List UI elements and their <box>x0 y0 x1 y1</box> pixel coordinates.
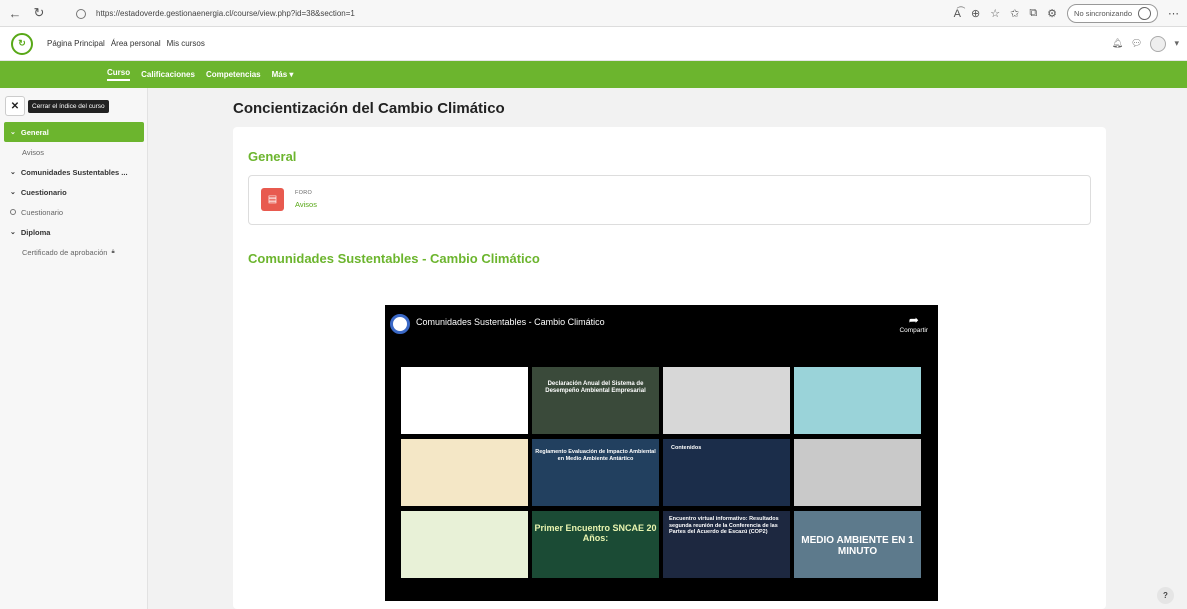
index-item-label: Comunidades Sustentables ... <box>20 167 128 177</box>
video-thumbnail[interactable]: Primer Encuentro SNCAE 20 Años: <box>532 511 659 578</box>
page-title: Concientización del Cambio Climático <box>233 100 505 117</box>
chevron-down-icon[interactable]: ▾ <box>1174 38 1179 49</box>
video-thumbnail[interactable] <box>794 367 921 434</box>
tab-more[interactable]: Más ▾ <box>272 70 294 79</box>
completion-circle-icon <box>10 209 16 215</box>
playlist-thumbnail-grid: Declaración Anual del Sistema de Desempe… <box>401 367 922 578</box>
video-thumbnail[interactable] <box>794 439 921 506</box>
chevron-down-icon: ⌄ <box>10 189 16 196</box>
video-thumbnail[interactable]: Contenidos <box>663 439 790 506</box>
site-logo-icon[interactable]: ↻ <box>11 32 33 55</box>
chevron-down-icon: ⌄ <box>10 229 16 236</box>
video-thumbnail[interactable] <box>663 367 790 434</box>
sync-status-button[interactable]: No sincronizando <box>1067 4 1158 23</box>
index-section-comunidades[interactable]: ⌄ Comunidades Sustentables ... <box>0 162 148 182</box>
chevron-down-icon: ⌄ <box>10 129 16 136</box>
share-arrow-icon: ➦ <box>908 313 919 327</box>
channel-avatar[interactable] <box>390 314 410 334</box>
browser-toolbar: ← ↻ https://estadoverde.gestionaenergia.… <box>0 0 1187 27</box>
video-title[interactable]: Comunidades Sustentables - Cambio Climát… <box>416 317 605 327</box>
back-icon[interactable]: ← <box>6 4 24 22</box>
section-title-general[interactable]: General <box>248 149 296 164</box>
video-thumbnail[interactable]: Encuentro virtual informativo: Resultado… <box>663 511 790 578</box>
index-section-general[interactable]: ⌄ General <box>4 122 144 142</box>
share-button[interactable]: ➦ Compartir <box>899 313 928 334</box>
index-item-label: Diploma <box>20 227 51 237</box>
activity-link[interactable]: Avisos <box>295 200 317 209</box>
index-item-label: Cuestionario <box>20 187 67 197</box>
index-item-cuestionario[interactable]: Cuestionario <box>0 202 148 222</box>
extensions-icon[interactable]: ⚙ <box>1047 7 1057 20</box>
tab-grades[interactable]: Calificaciones <box>141 70 195 79</box>
chevron-down-icon: ⌄ <box>10 169 16 176</box>
course-secondary-nav: Curso Calificaciones Competencias Más ▾ <box>0 61 1187 88</box>
close-drawer-tooltip: Cerrar el índice del curso <box>28 99 109 113</box>
primary-nav: Página Principal Área personal Mis curso… <box>47 39 205 48</box>
more-menu-icon[interactable]: ⋯ <box>1168 7 1179 20</box>
zoom-icon[interactable]: ⊕ <box>971 7 980 20</box>
nav-home[interactable]: Página Principal <box>47 39 105 48</box>
user-avatar[interactable] <box>1150 35 1167 52</box>
course-index: ⌄ General Avisos ⌄ Comunidades Sustentab… <box>0 122 148 262</box>
favorite-star-icon[interactable]: ☆ <box>990 7 1000 20</box>
url-text: https://estadoverde.gestionaenergia.cl/c… <box>96 9 355 18</box>
notifications-bell-icon[interactable]: 🔔︎ <box>1112 38 1123 49</box>
index-item-label: Avisos <box>22 147 44 157</box>
index-item-certificado[interactable]: Certificado de aprobación 🔒︎ <box>0 242 148 262</box>
index-item-label: General <box>20 127 49 137</box>
index-item-label: Certificado de aprobación <box>22 247 108 257</box>
section-title-comunidades[interactable]: Comunidades Sustentables - Cambio Climát… <box>248 251 540 266</box>
embedded-video-player[interactable]: Comunidades Sustentables - Cambio Climát… <box>385 305 938 601</box>
messages-icon[interactable]: 💬︎ <box>1131 38 1142 49</box>
video-thumbnail[interactable]: MEDIO AMBIENTE EN 1 MINUTO <box>794 511 921 578</box>
read-aloud-icon[interactable]: A͡ <box>954 8 961 20</box>
video-thumbnail[interactable]: Declaración Anual del Sistema de Desempe… <box>532 367 659 434</box>
index-section-cuestionario[interactable]: ⌄ Cuestionario <box>0 182 148 202</box>
site-info-icon[interactable] <box>76 8 86 19</box>
lock-icon: 🔒︎ <box>111 248 115 255</box>
sync-label: No sincronizando <box>1074 9 1132 18</box>
profile-avatar-icon <box>1138 7 1151 20</box>
nav-my-courses[interactable]: Mis cursos <box>167 39 205 48</box>
reload-icon[interactable]: ↻ <box>30 4 48 22</box>
activity-type: FORO <box>295 190 313 196</box>
activity-forum[interactable]: ▤ FORO Avisos <box>248 175 1091 225</box>
forum-icon: ▤ <box>261 188 284 211</box>
share-label: Compartir <box>899 327 928 334</box>
browser-actions: A͡ ⊕ ☆ ✩ ⧉ ⚙ No sincronizando ⋯ <box>954 4 1179 23</box>
index-item-label: Cuestionario <box>21 207 64 217</box>
nav-dashboard[interactable]: Área personal <box>111 39 161 48</box>
tab-competencies[interactable]: Competencias <box>206 70 261 79</box>
help-button[interactable]: ? <box>1157 587 1174 604</box>
course-content-card: General ▤ FORO Avisos Comunidades Susten… <box>233 127 1106 609</box>
video-thumbnail[interactable]: Reglamento Evaluación de Impacto Ambient… <box>532 439 659 506</box>
tab-course[interactable]: Curso <box>107 68 131 81</box>
close-drawer-button[interactable]: ✕ <box>5 96 25 116</box>
collections-icon[interactable]: ⧉ <box>1029 7 1037 20</box>
address-bar[interactable]: https://estadoverde.gestionaenergia.cl/c… <box>68 4 898 23</box>
video-thumbnail[interactable] <box>401 367 528 434</box>
favorites-icon[interactable]: ✩ <box>1010 7 1019 20</box>
course-index-drawer: ✕ Cerrar el índice del curso ⌄ General A… <box>0 88 148 609</box>
video-thumbnail[interactable] <box>401 439 528 506</box>
video-thumbnail[interactable] <box>401 511 528 578</box>
user-tools: 🔔︎ 💬︎ ▾ <box>1112 35 1179 52</box>
index-item-avisos[interactable]: Avisos <box>0 142 148 162</box>
site-header: ↻ Página Principal Área personal Mis cur… <box>0 27 1187 61</box>
index-section-diploma[interactable]: ⌄ Diploma <box>0 222 148 242</box>
